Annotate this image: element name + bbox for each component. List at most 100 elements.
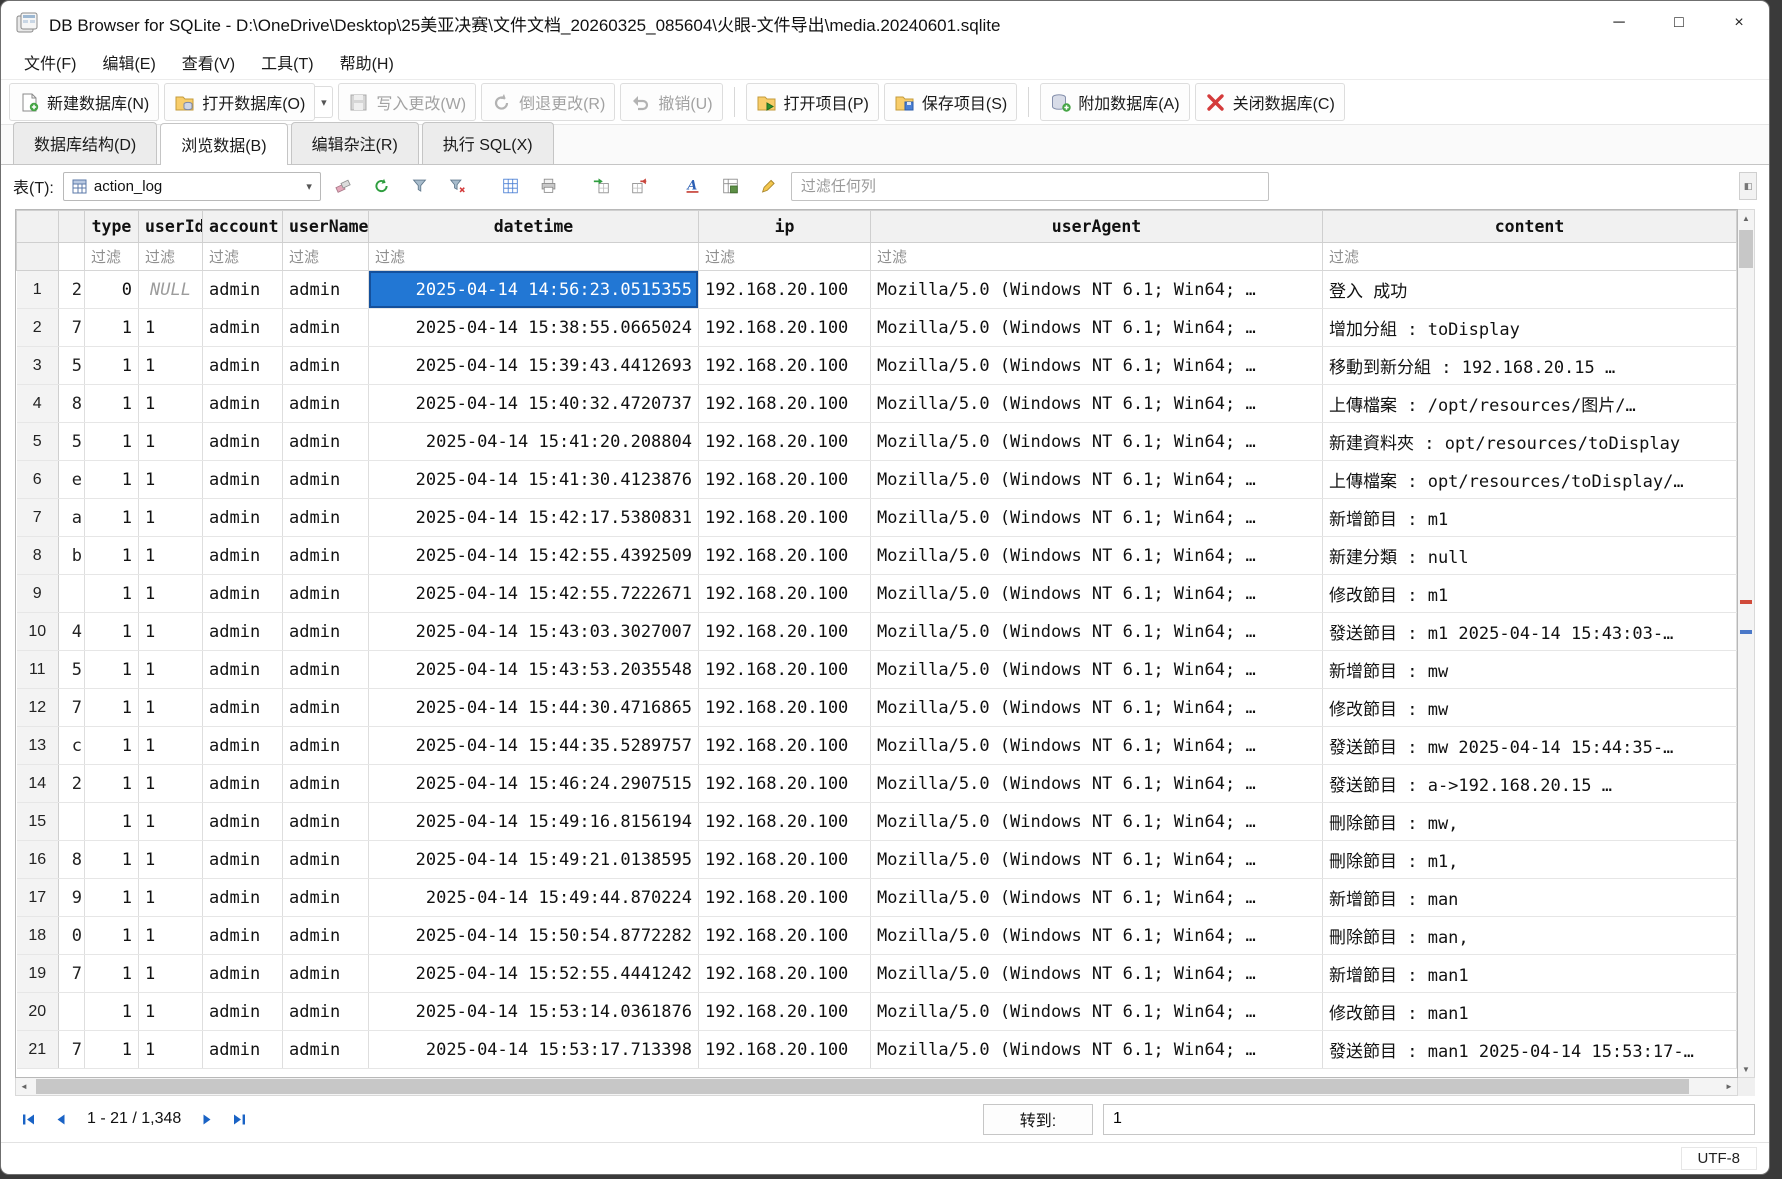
cell-clipped[interactable]: a <box>58 498 85 537</box>
cell-account[interactable]: admin <box>202 726 283 765</box>
table-row[interactable]: 6 e 1 1 admin admin 2025-04-14 15:41:30.… <box>16 460 1737 499</box>
cell-type[interactable]: 1 <box>84 992 139 1031</box>
scroll-down-icon[interactable]: ▼ <box>1738 1061 1754 1077</box>
filter-type-input[interactable]: 过滤 <box>84 242 139 271</box>
vertical-scrollbar[interactable]: ▲ ▼ <box>1738 209 1755 1078</box>
row-number[interactable]: 16 <box>16 840 59 879</box>
vertical-scroll-thumb[interactable] <box>1739 230 1753 268</box>
cell-username[interactable]: admin <box>282 460 369 499</box>
open-database-button[interactable]: 打开数据库(O) <box>164 83 316 121</box>
cell-userid[interactable]: 1 <box>138 536 203 575</box>
cell-ip[interactable]: 192.168.20.100 <box>698 916 871 955</box>
open-database-dropdown[interactable]: ▾ <box>315 86 334 118</box>
row-number[interactable]: 2 <box>16 308 59 347</box>
table-selector[interactable]: action_log ▾ <box>62 171 321 201</box>
next-page-button[interactable] <box>193 1105 221 1133</box>
open-project-button[interactable]: 打开项目(P) <box>745 83 879 121</box>
table-row[interactable]: 1 2 0 NULL admin admin 2025-04-14 14:56:… <box>16 270 1737 309</box>
cell-datetime[interactable]: 2025-04-14 15:39:43.4412693 <box>368 346 699 385</box>
cell-useragent[interactable]: Mozilla/5.0 (Windows NT 6.1; Win64; … <box>870 498 1323 537</box>
cell-account[interactable]: admin <box>202 992 283 1031</box>
cell-useragent[interactable]: Mozilla/5.0 (Windows NT 6.1; Win64; … <box>870 460 1323 499</box>
close-database-button[interactable]: 关闭数据库(C) <box>1194 83 1345 121</box>
row-number[interactable]: 13 <box>16 726 59 765</box>
table-row[interactable]: 21 7 1 1 admin admin 2025-04-14 15:53:17… <box>16 1030 1737 1069</box>
cell-useragent[interactable]: Mozilla/5.0 (Windows NT 6.1; Win64; … <box>870 688 1323 727</box>
table-row[interactable]: 10 4 1 1 admin admin 2025-04-14 15:43:03… <box>16 612 1737 651</box>
cell-ip[interactable]: 192.168.20.100 <box>698 954 871 993</box>
cell-type[interactable]: 1 <box>84 764 139 803</box>
cell-userid[interactable]: 1 <box>138 726 203 765</box>
table-row[interactable]: 20 1 1 admin admin 2025-04-14 15:53:14.0… <box>16 992 1737 1031</box>
cell-type[interactable]: 1 <box>84 422 139 461</box>
cell-useragent[interactable]: Mozilla/5.0 (Windows NT 6.1; Win64; … <box>870 574 1323 613</box>
cell-userid[interactable]: 1 <box>138 1030 203 1069</box>
table-row[interactable]: 8 b 1 1 admin admin 2025-04-14 15:42:55.… <box>16 536 1737 575</box>
tab-edit-pragmas[interactable]: 编辑杂注(R) <box>290 122 419 164</box>
cell-datetime[interactable]: 2025-04-14 14:56:23.0515355 <box>368 270 699 309</box>
menu-edit[interactable]: 编辑(E) <box>91 45 166 79</box>
cell-useragent[interactable]: Mozilla/5.0 (Windows NT 6.1; Win64; … <box>870 954 1323 993</box>
cell-content[interactable]: 上傳檔案 : /opt/resources/图片/… <box>1322 384 1737 423</box>
import-data-button[interactable] <box>586 172 617 201</box>
cell-ip[interactable]: 192.168.20.100 <box>698 840 871 879</box>
cell-ip[interactable]: 192.168.20.100 <box>698 498 871 537</box>
cell-account[interactable]: admin <box>202 498 283 537</box>
cell-useragent[interactable]: Mozilla/5.0 (Windows NT 6.1; Win64; … <box>870 878 1323 917</box>
filter-content-input[interactable]: 过滤 <box>1322 242 1737 271</box>
cell-userid[interactable]: 1 <box>138 346 203 385</box>
revert-changes-button[interactable]: 倒退更改(R) <box>481 83 616 121</box>
cell-userid[interactable]: 1 <box>138 840 203 879</box>
cell-userid[interactable]: NULL <box>138 270 203 309</box>
cell-ip[interactable]: 192.168.20.100 <box>698 346 871 385</box>
format-font-button[interactable]: A <box>677 172 708 201</box>
cell-account[interactable]: admin <box>202 802 283 841</box>
cell-type[interactable]: 1 <box>84 840 139 879</box>
cell-content[interactable]: 刪除節目 : mw, <box>1322 802 1737 841</box>
cell-content[interactable]: 發送節目 : mw 2025-04-14 15:44:35-… <box>1322 726 1737 765</box>
cell-username[interactable]: admin <box>282 308 369 347</box>
cell-ip[interactable]: 192.168.20.100 <box>698 422 871 461</box>
cell-content[interactable]: 修改節目 : mw <box>1322 688 1737 727</box>
cell-userid[interactable]: 1 <box>138 384 203 423</box>
cell-username[interactable]: admin <box>282 270 369 309</box>
cell-clipped[interactable] <box>58 574 85 613</box>
tab-execute-sql[interactable]: 执行 SQL(X) <box>421 122 554 164</box>
cell-content[interactable]: 新建資料夾 : opt/resources/toDisplay <box>1322 422 1737 461</box>
cell-clipped[interactable]: 4 <box>58 612 85 651</box>
cell-username[interactable]: admin <box>282 688 369 727</box>
scroll-left-icon[interactable]: ◄ <box>16 1078 32 1095</box>
cell-clipped[interactable]: 5 <box>58 422 85 461</box>
filter-userid-input[interactable]: 过滤 <box>138 242 203 271</box>
cell-ip[interactable]: 192.168.20.100 <box>698 802 871 841</box>
export-data-button[interactable] <box>624 172 655 201</box>
cell-useragent[interactable]: Mozilla/5.0 (Windows NT 6.1; Win64; … <box>870 1030 1323 1069</box>
cell-useragent[interactable]: Mozilla/5.0 (Windows NT 6.1; Win64; … <box>870 308 1323 347</box>
cell-account[interactable]: admin <box>202 916 283 955</box>
cell-account[interactable]: admin <box>202 840 283 879</box>
row-number[interactable]: 11 <box>16 650 59 689</box>
table-row[interactable]: 4 8 1 1 admin admin 2025-04-14 15:40:32.… <box>16 384 1737 423</box>
cell-userid[interactable]: 1 <box>138 802 203 841</box>
tab-database-structure[interactable]: 数据库结构(D) <box>13 122 158 164</box>
cell-datetime[interactable]: 2025-04-14 15:44:35.5289757 <box>368 726 699 765</box>
cell-userid[interactable]: 1 <box>138 650 203 689</box>
scroll-right-icon[interactable]: ► <box>1721 1078 1737 1095</box>
filter-clipped-input[interactable] <box>58 242 85 271</box>
cell-content[interactable]: 新增節目 : m1 <box>1322 498 1737 537</box>
close-button[interactable]: × <box>1709 1 1769 45</box>
cell-account[interactable]: admin <box>202 878 283 917</box>
cell-account[interactable]: admin <box>202 346 283 385</box>
table-row[interactable]: 9 1 1 admin admin 2025-04-14 15:42:55.72… <box>16 574 1737 613</box>
cell-type[interactable]: 1 <box>84 916 139 955</box>
cell-userid[interactable]: 1 <box>138 498 203 537</box>
cell-account[interactable]: admin <box>202 422 283 461</box>
filter-account-input[interactable]: 过滤 <box>202 242 283 271</box>
table-row[interactable]: 14 2 1 1 admin admin 2025-04-14 15:46:24… <box>16 764 1737 803</box>
table-row[interactable]: 3 5 1 1 admin admin 2025-04-14 15:39:43.… <box>16 346 1737 385</box>
cell-datetime[interactable]: 2025-04-14 15:44:30.4716865 <box>368 688 699 727</box>
cell-ip[interactable]: 192.168.20.100 <box>698 460 871 499</box>
cell-datetime[interactable]: 2025-04-14 15:50:54.8772282 <box>368 916 699 955</box>
cell-clipped[interactable]: 7 <box>58 688 85 727</box>
maximize-button[interactable]: □ <box>1649 1 1709 45</box>
